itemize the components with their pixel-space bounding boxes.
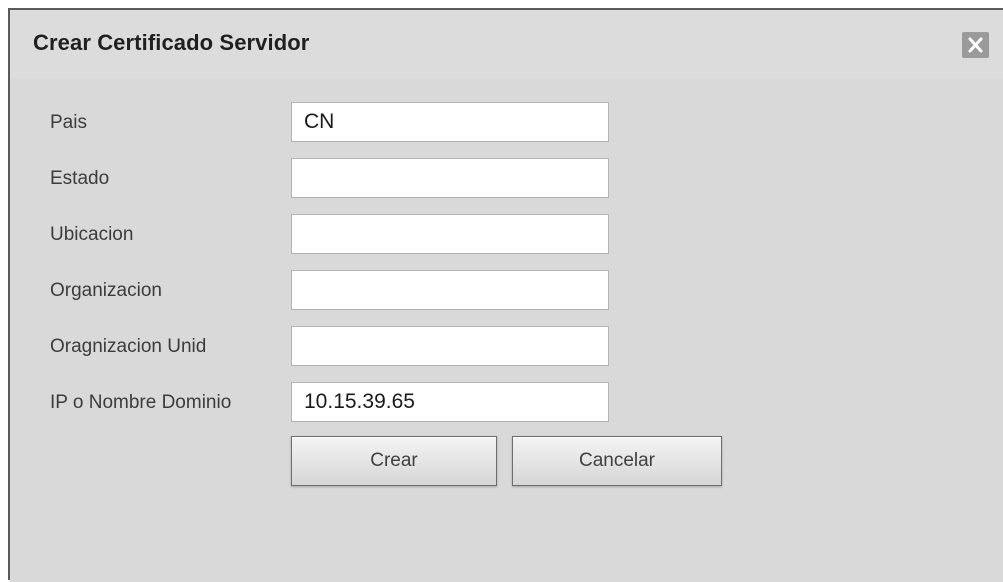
dialog-title: Crear Certificado Servidor [33,30,310,55]
state-input[interactable] [291,158,609,198]
state-label: Estado [50,168,110,189]
location-input[interactable] [291,214,609,254]
organization-unit-input[interactable] [291,326,609,366]
country-input[interactable] [291,102,609,142]
create-certificate-dialog: Crear Certificado Servidor Pais Estado U… [8,8,1003,582]
organization-unit-label: Oragnizacion Unid [50,336,207,357]
dialog-titlebar: Crear Certificado Servidor [10,10,1003,79]
close-icon [968,37,983,53]
cancel-button[interactable]: Cancelar [512,436,722,486]
create-button[interactable]: Crear [291,436,497,486]
ip-domain-input[interactable] [291,382,609,422]
organization-input[interactable] [291,270,609,310]
organization-label: Organizacion [50,280,162,301]
country-label: Pais [50,112,87,133]
location-label: Ubicacion [50,224,134,245]
close-button[interactable] [962,32,989,58]
ip-domain-label: IP o Nombre Dominio [50,392,232,413]
dialog-body: Pais Estado Ubicacion Organizacion Oragn… [10,78,1003,582]
